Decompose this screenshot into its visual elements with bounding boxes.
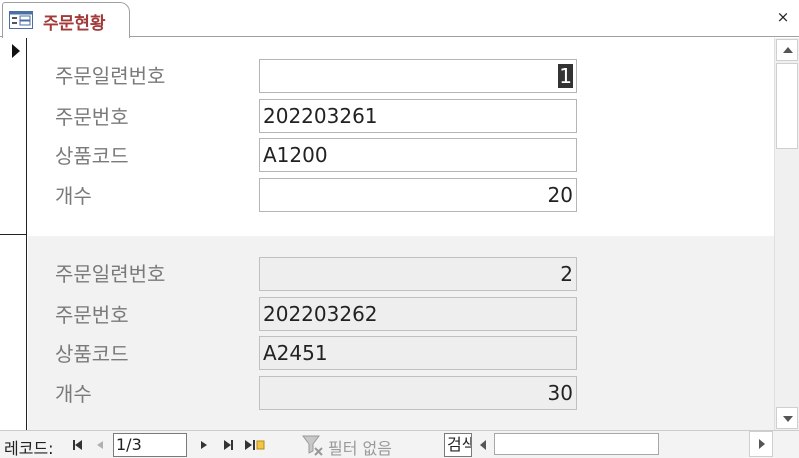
field-label-order-number: 주문번호 — [55, 105, 129, 129]
field-input-quantity[interactable]: 30 — [259, 376, 577, 410]
current-record-arrow-icon[interactable] — [12, 44, 20, 58]
horizontal-scroll-thumb[interactable] — [494, 433, 659, 455]
close-icon[interactable]: × — [775, 8, 791, 26]
vertical-scroll-thumb[interactable] — [776, 63, 798, 149]
filter-off-icon[interactable] — [301, 433, 325, 457]
filter-status-label[interactable]: 필터 없음 — [328, 435, 392, 458]
field-input-quantity[interactable]: 20 — [259, 178, 577, 212]
record-navigation-bar: 레코드: 1/3 필터 없음 검색 — [0, 430, 799, 458]
field-input-order-number[interactable]: 202203262 — [259, 297, 577, 331]
field-input-order-serial[interactable]: 1 — [259, 59, 577, 93]
record-divider — [0, 234, 27, 235]
record-selector-column — [0, 38, 27, 430]
record-label: 레코드: — [4, 439, 54, 458]
record-1: 주문일련번호 1 주문번호 202203261 상품코드 A1200 개수 20 — [28, 38, 774, 236]
record-2: 주문일련번호 2 주문번호 202203262 상품코드 A2451 개수 30 — [28, 236, 774, 430]
last-record-icon[interactable] — [220, 436, 236, 454]
field-label-quantity: 개수 — [55, 184, 92, 208]
previous-record-icon[interactable] — [92, 436, 108, 454]
field-input-order-number[interactable]: 202203261 — [259, 99, 577, 133]
form-detail-area: 주문일련번호 1 주문번호 202203261 상품코드 A1200 개수 20… — [28, 38, 774, 430]
document-tab-strip: 주문현황 × — [0, 0, 799, 38]
field-input-order-serial[interactable]: 2 — [259, 257, 577, 291]
tab-order-status[interactable]: 주문현황 — [2, 2, 130, 38]
new-record-icon[interactable] — [243, 436, 265, 454]
field-label-order-serial: 주문일련번호 — [55, 64, 166, 88]
scroll-up-arrow-icon[interactable] — [776, 39, 798, 61]
field-label-order-serial: 주문일련번호 — [55, 262, 166, 286]
first-record-icon[interactable] — [70, 436, 86, 454]
horizontal-scrollbar[interactable] — [472, 432, 772, 458]
vertical-scrollbar[interactable] — [774, 38, 799, 430]
search-input[interactable]: 검색 — [444, 433, 472, 457]
field-value: 1 — [558, 64, 573, 88]
form-icon — [9, 11, 33, 29]
field-label-product-code: 상품코드 — [55, 144, 129, 168]
tab-title: 주문현황 — [43, 14, 106, 34]
field-label-product-code: 상품코드 — [55, 342, 129, 366]
scroll-down-arrow-icon[interactable] — [776, 407, 798, 429]
field-input-product-code[interactable]: A1200 — [259, 138, 577, 172]
next-record-icon[interactable] — [196, 436, 212, 454]
field-input-product-code[interactable]: A2451 — [259, 336, 577, 370]
field-label-order-number: 주문번호 — [55, 303, 129, 327]
current-record-input[interactable]: 1/3 — [113, 433, 187, 457]
field-label-quantity: 개수 — [55, 382, 92, 406]
scroll-right-arrow-icon[interactable] — [749, 431, 773, 457]
scroll-left-arrow-icon[interactable] — [475, 435, 493, 455]
